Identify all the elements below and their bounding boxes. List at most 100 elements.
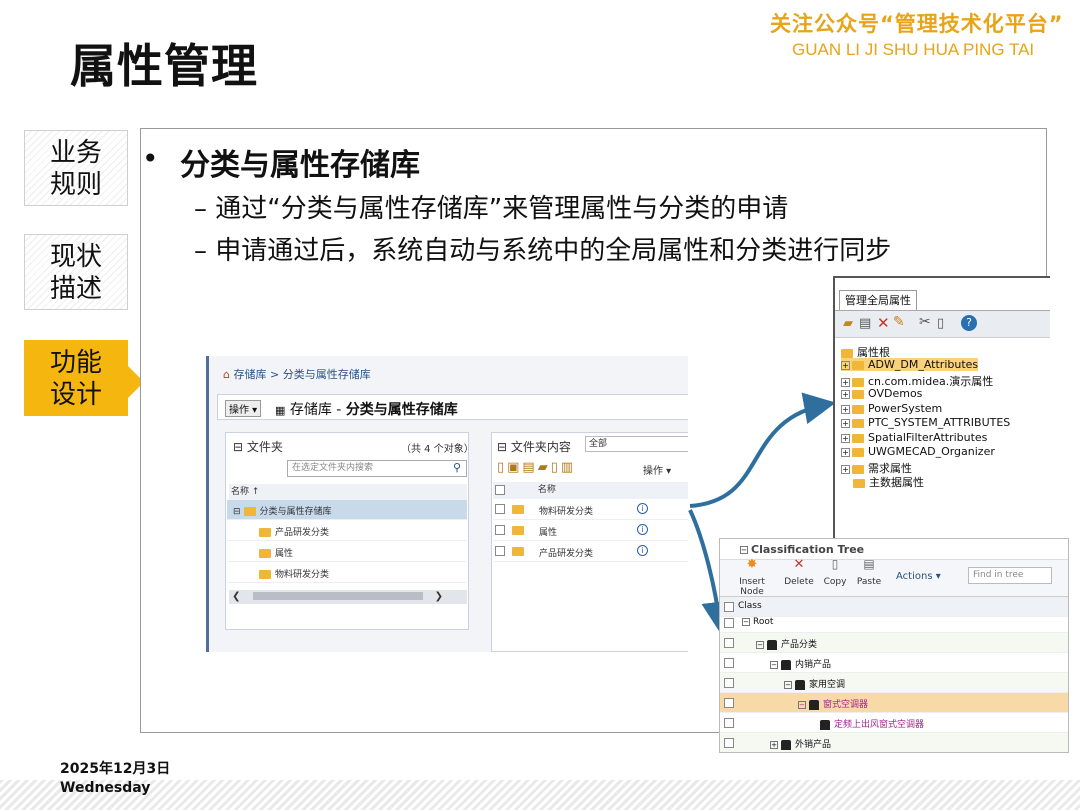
bullet-dot: •	[142, 142, 159, 175]
folder-contents-title: ⊟ 文件夹内容	[497, 440, 571, 454]
tree-row[interactable]: + 外销产品	[720, 733, 1068, 752]
folder-panel-title: ⊟ 文件夹	[233, 440, 283, 454]
folder-icon	[511, 546, 524, 556]
row-checkbox	[724, 698, 734, 708]
tree-row[interactable]: − 产品分类	[720, 633, 1068, 653]
content-row[interactable]: 属性 i	[493, 521, 688, 541]
folder-search-input[interactable]: 在选定文件夹内搜索	[287, 460, 467, 477]
folder-icon	[511, 525, 524, 535]
footer-day: Wednesday	[60, 780, 151, 796]
info-icon[interactable]: i	[637, 545, 648, 556]
folder-tree-root[interactable]: ⊟ 分类与属性存储库	[227, 500, 467, 520]
edit-icon[interactable]: ✎	[893, 314, 905, 330]
home-icon[interactable]: ⌂	[223, 368, 230, 381]
attribute-folder[interactable]: + UWGMECAD_Organizer	[841, 445, 995, 458]
new-folder-icon[interactable]: ▰	[843, 316, 853, 331]
class-node-icon	[795, 679, 805, 690]
folder-icon	[259, 570, 271, 579]
folder-icon	[852, 433, 864, 443]
tab-manage-global-attributes[interactable]: 管理全局属性	[839, 290, 917, 310]
row-checkbox	[724, 618, 734, 628]
help-icon[interactable]: ?	[961, 315, 977, 331]
repository-icon: ▦	[275, 404, 286, 417]
info-icon[interactable]: i	[637, 503, 648, 514]
brand-chinese: 关注公众号“管理技术化平台”	[770, 12, 1064, 36]
folder-tree-item[interactable]: 物料研发分类	[227, 563, 467, 583]
insert-node-button[interactable]: ✸ Insert Node	[726, 557, 778, 597]
repository-title: ▦ 存储库 - 分类与属性存储库	[275, 402, 458, 418]
tree-row[interactable]: − 家用空调	[720, 673, 1068, 693]
footer-stripe	[0, 780, 1080, 810]
copy-button[interactable]: ▯ Copy	[820, 557, 850, 587]
folder-tree-item[interactable]: 属性	[227, 542, 467, 562]
folder-icon	[852, 464, 864, 474]
folder-tree-item[interactable]: 产品研发分类	[227, 521, 467, 541]
actions-dropdown[interactable]: 操作 ▾	[225, 400, 262, 417]
global-attributes-window: 管理全局属性 ▰ ▤ ✕ ✎ ✂ ▯ ? 属性根 + ADW_DM_Attribu…	[833, 276, 1050, 538]
tree-row[interactable]: − 内销产品	[720, 653, 1068, 673]
tree-row-selected[interactable]: − 窗式空调器	[720, 693, 1068, 713]
row-checkbox	[724, 658, 734, 668]
brand-pinyin: GUAN LI JI SHU HUA PING TAI	[792, 40, 1035, 59]
content-actions-menu[interactable]: 操作 ▾	[643, 462, 671, 477]
copy-icon[interactable]: ▯	[937, 316, 944, 331]
horizontal-scrollbar[interactable]: ❮ ❯	[229, 590, 467, 604]
folder-icon	[259, 528, 271, 537]
select-all-checkbox[interactable]	[495, 484, 505, 495]
content-row[interactable]: 产品研发分类 i	[493, 542, 688, 562]
tree-row[interactable]: − Root	[720, 613, 1068, 633]
arrow-to-attributes	[689, 392, 836, 508]
folder-icon	[852, 404, 864, 414]
folder-icon	[852, 447, 864, 457]
folder-icon	[841, 348, 853, 358]
attribute-folder[interactable]: + ADW_DM_Attributes	[841, 358, 979, 371]
classification-tree-window: −Classification Tree ✸ Insert Node ✕ Del…	[719, 538, 1069, 753]
row-checkbox	[724, 638, 734, 648]
content-toolbar-icons[interactable]: ▯▣▤▰▯▥	[497, 460, 576, 475]
row-checkbox	[724, 718, 734, 728]
folder-col-name[interactable]: 名称 ↑	[229, 484, 467, 500]
class-node-icon	[767, 639, 777, 650]
class-node-icon	[781, 659, 791, 670]
nav-label-line2: 规则	[49, 170, 102, 200]
nav-label-line1: 功能	[49, 348, 102, 378]
nav-item-business-rules[interactable]: 业务 规则	[24, 130, 128, 206]
nav-label-line1: 现状	[49, 242, 102, 272]
row-checkbox	[495, 525, 505, 535]
delete-button[interactable]: ✕ Delete	[782, 557, 816, 587]
breadcrumb[interactable]: ⌂ 存储库 > 分类与属性存储库	[223, 366, 371, 382]
nav-label-line2: 描述	[49, 274, 102, 304]
attribute-folder[interactable]: + SpatialFilterAttributes	[841, 431, 987, 444]
attribute-folder[interactable]: + PowerSystem	[841, 402, 942, 415]
content-header-row: 名称	[493, 482, 688, 499]
actions-menu[interactable]: Actions ▾	[896, 571, 941, 582]
info-icon[interactable]: i	[637, 524, 648, 535]
class-node-icon	[820, 719, 830, 730]
sub-point-1: – 通过“分类与属性存储库”来管理属性与分类的申请	[194, 194, 789, 224]
select-all-checkbox[interactable]	[724, 602, 734, 612]
page-title: 属性管理	[70, 39, 258, 93]
cut-icon[interactable]: ✂	[919, 314, 931, 330]
folder-icon	[511, 504, 524, 514]
class-node-icon	[781, 739, 791, 750]
row-checkbox	[495, 504, 505, 514]
folder-icon	[243, 507, 256, 516]
find-in-tree-input[interactable]: Find in tree	[968, 567, 1052, 584]
delete-icon[interactable]: ✕	[877, 314, 890, 332]
attribute-folder[interactable]: + OVDemos	[841, 387, 922, 400]
content-filter-select[interactable]: 全部	[585, 436, 688, 452]
folder-icon	[852, 360, 864, 370]
nav-item-function-design[interactable]: 功能 设计	[24, 340, 128, 416]
row-checkbox	[724, 738, 734, 748]
new-attribute-icon[interactable]: ▤	[859, 316, 871, 331]
paste-button[interactable]: ▤ Paste	[854, 557, 884, 587]
search-icon[interactable]: ⚲	[453, 461, 461, 474]
class-node-icon	[809, 699, 819, 710]
nav-item-current-state[interactable]: 现状 描述	[24, 234, 128, 310]
attribute-folder[interactable]: 主数据属性	[853, 474, 924, 490]
nav-label-line2: 设计	[49, 380, 102, 410]
attribute-folder[interactable]: + PTC_SYSTEM_ATTRIBUTES	[841, 416, 1010, 429]
classification-tree-title: − Classification Tree	[740, 543, 865, 556]
content-row[interactable]: 物料研发分类 i	[493, 500, 688, 520]
tree-row[interactable]: 定频上出风窗式空调器	[720, 713, 1068, 733]
